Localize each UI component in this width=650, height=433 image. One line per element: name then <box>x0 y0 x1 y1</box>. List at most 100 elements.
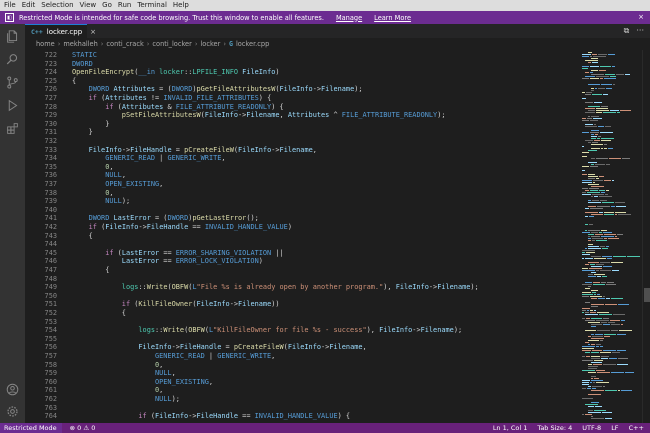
minimap-line <box>600 340 603 341</box>
explorer-icon[interactable] <box>5 29 20 44</box>
minimap-line <box>585 282 592 283</box>
scrollbar-thumb[interactable] <box>644 288 650 302</box>
minimap-line <box>582 356 585 357</box>
vertical-scrollbar[interactable] <box>642 50 650 423</box>
minimap-line <box>596 112 602 113</box>
minimap-line <box>591 196 593 197</box>
minimap-line <box>588 62 591 63</box>
minimap-line <box>603 324 610 325</box>
minimap-line <box>585 212 598 213</box>
language-status[interactable]: C++ <box>629 424 644 432</box>
minimap-line <box>617 334 626 335</box>
minimap-line <box>605 194 608 195</box>
minimap-line <box>585 230 587 231</box>
code-editor[interactable]: 722 STATIC 723 DWORD 724 OpenFileEncrypt(__in… <box>25 50 578 423</box>
extensions-icon[interactable] <box>5 121 20 136</box>
minimap-line <box>595 234 603 235</box>
breadcrumb-conti-locker[interactable]: conti_locker <box>152 40 191 48</box>
minimap-line <box>585 352 590 353</box>
search-icon[interactable] <box>5 52 20 67</box>
minimap-line <box>591 326 596 327</box>
minimap-line <box>588 106 600 107</box>
minimap-line <box>582 254 590 255</box>
tab-locker-cpp[interactable]: C++ locker.cpp × <box>25 24 96 38</box>
minimap-line <box>585 112 595 113</box>
minimap-line <box>585 264 589 265</box>
menu-item-selection[interactable]: Selection <box>41 0 73 11</box>
minimap-line <box>601 106 608 107</box>
breadcrumb-conti-crack[interactable]: conti_crack <box>106 40 143 48</box>
minimap-line <box>588 206 596 207</box>
minimap-line <box>595 406 602 407</box>
minimap-line <box>605 418 612 419</box>
restricted-mode-status[interactable]: Restricted Mode <box>0 423 62 433</box>
minimap-line <box>587 118 592 119</box>
close-icon[interactable]: × <box>638 13 644 21</box>
encoding-status[interactable]: UTF-8 <box>582 424 601 432</box>
minimap-line <box>620 110 631 111</box>
minimap-line <box>621 320 625 321</box>
tab-size-status[interactable]: Tab Size: 4 <box>537 424 572 432</box>
minimap-line <box>588 240 591 241</box>
minimap-line <box>585 288 590 289</box>
breadcrumb-locker[interactable]: locker <box>200 40 220 48</box>
minimap-line <box>582 348 594 349</box>
minimap-line <box>603 296 605 297</box>
menu-item-file[interactable]: File <box>4 0 16 11</box>
minimap-line <box>591 148 600 149</box>
minimap-line <box>585 190 589 191</box>
minimap-line <box>585 258 593 259</box>
minimap-line <box>592 94 602 95</box>
minimap-line <box>591 356 600 357</box>
minimap-line <box>589 188 599 189</box>
breadcrumb-file[interactable]: locker.cpp <box>236 40 269 48</box>
minimap-line <box>591 352 599 353</box>
minimap-line <box>593 382 595 383</box>
split-editor-icon[interactable]: ⧉ <box>624 26 630 36</box>
menu-item-go[interactable]: Go <box>102 0 112 11</box>
account-icon[interactable] <box>5 382 20 397</box>
minimap[interactable] <box>578 50 642 423</box>
minimap-line <box>596 240 607 241</box>
learn-more-link[interactable]: Learn More <box>374 14 411 22</box>
eol-status[interactable]: LF <box>611 424 618 432</box>
menu-item-terminal[interactable]: Terminal <box>137 0 167 11</box>
menu-item-edit[interactable]: Edit <box>22 0 36 11</box>
minimap-line <box>592 292 596 293</box>
minimap-line <box>591 116 599 117</box>
problems-status[interactable]: ⊗ 0 ⚠ 0 <box>70 424 96 432</box>
more-actions-icon[interactable]: ··· <box>636 26 644 36</box>
minimap-line <box>617 350 626 351</box>
minimap-line <box>591 232 598 233</box>
minimap-line <box>588 340 599 341</box>
gear-icon[interactable] <box>5 404 20 419</box>
run-debug-icon[interactable] <box>5 98 20 113</box>
menu-item-run[interactable]: Run <box>118 0 131 11</box>
minimap-line <box>588 322 600 323</box>
minimap-line <box>598 126 604 127</box>
minimap-line <box>591 58 598 59</box>
minimap-line <box>599 176 604 177</box>
minimap-line <box>582 318 585 319</box>
minimap-line <box>607 258 612 259</box>
menu-item-view[interactable]: View <box>80 0 97 11</box>
source-control-icon[interactable] <box>5 75 20 90</box>
manage-link[interactable]: Manage <box>336 14 362 22</box>
breadcrumb-home[interactable]: home <box>36 40 55 48</box>
chevron-right-icon: › <box>57 40 61 48</box>
minimap-line <box>591 362 602 363</box>
minimap-line <box>588 202 601 203</box>
menu-item-help[interactable]: Help <box>173 0 189 11</box>
close-tab-icon[interactable]: × <box>90 28 96 36</box>
activity-bar <box>0 24 25 423</box>
minimap-line <box>606 190 609 191</box>
cursor-position[interactable]: Ln 1, Col 1 <box>493 424 528 432</box>
minimap-line <box>592 336 603 337</box>
minimap-line <box>582 54 591 55</box>
minimap-line <box>582 152 589 153</box>
code-line[interactable]: 764 if (FileInfo->FileHandle == INVALID_… <box>25 412 578 421</box>
minimap-line <box>591 358 600 359</box>
minimap-line <box>591 90 594 91</box>
breadcrumb-mekhalleh[interactable]: mekhalleh <box>63 40 97 48</box>
minimap-line <box>585 320 595 321</box>
